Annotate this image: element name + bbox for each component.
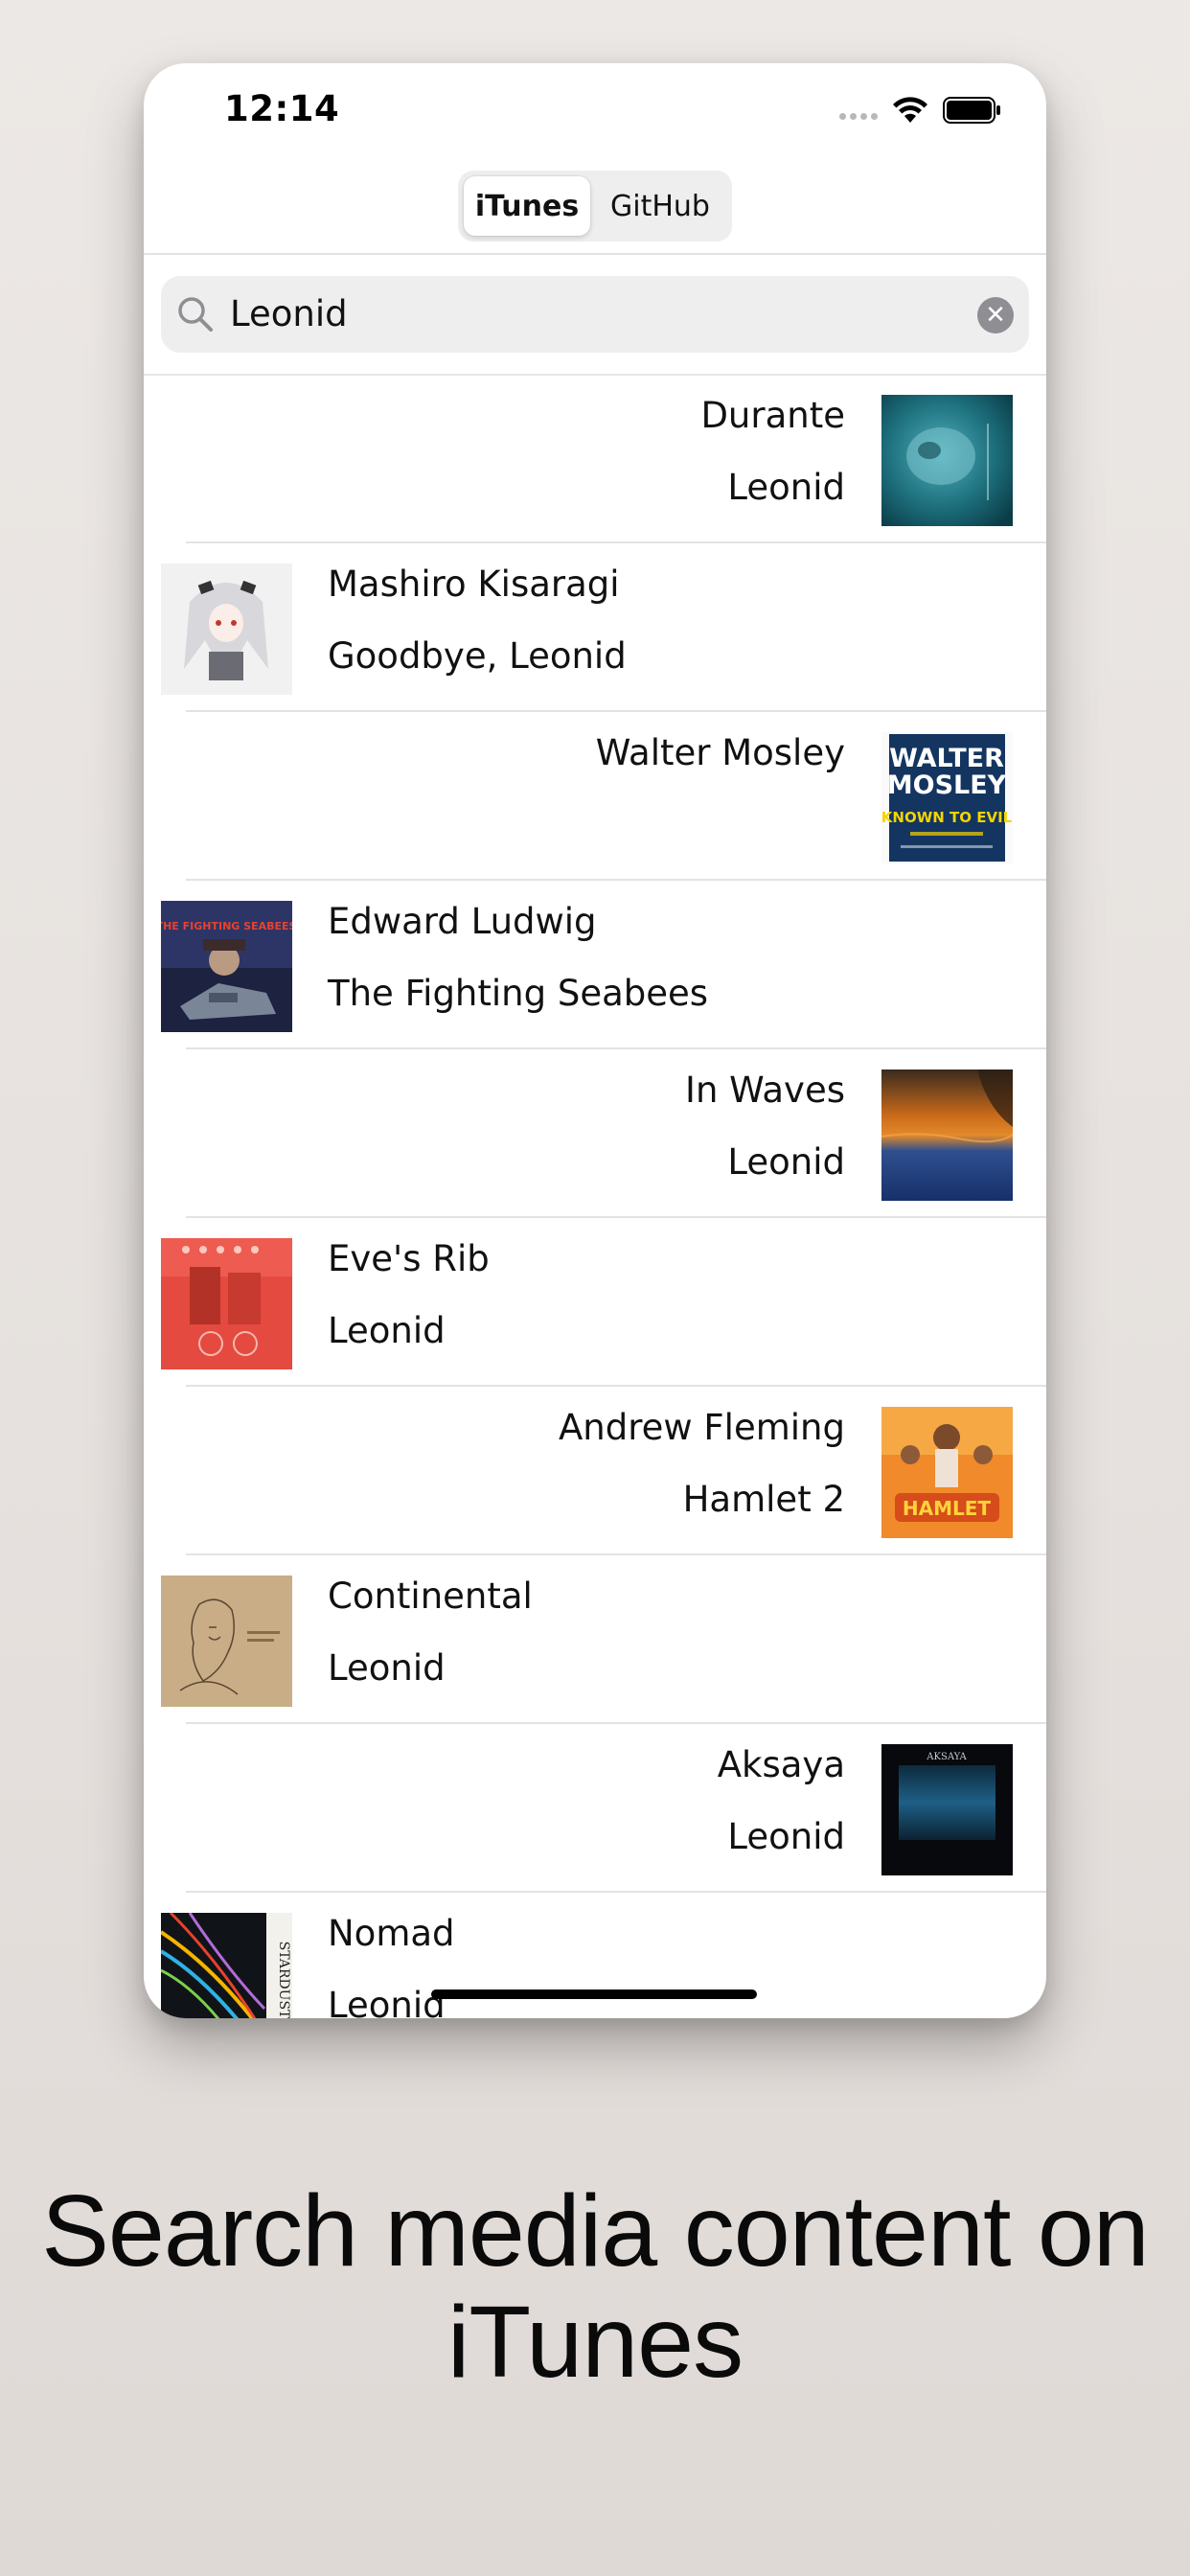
- item-subtitle: The Fighting Seabees: [328, 973, 709, 1014]
- artwork-thumbnail: [881, 395, 1013, 526]
- artwork-thumbnail: [161, 564, 292, 695]
- item-title: In Waves: [685, 1070, 845, 1111]
- list-item[interactable]: Continental Leonid: [144, 1556, 1046, 1724]
- search-icon: [178, 297, 213, 332]
- promo-caption: Search media content on iTunes: [0, 2175, 1190, 2398]
- item-title: Nomad: [328, 1913, 455, 1954]
- artwork-thumbnail: [161, 1238, 292, 1369]
- row-separator: [186, 710, 1046, 712]
- artwork-thumbnail: [161, 1576, 292, 1707]
- status-time: 12:14: [224, 88, 340, 129]
- list-item[interactable]: In Waves Leonid: [144, 1050, 1046, 1218]
- segment-itunes[interactable]: iTunes: [464, 176, 590, 236]
- art-text-hamlet: HAMLET: [903, 1497, 992, 1520]
- artwork-thumbnail: THE FIGHTING SEABEES: [161, 901, 292, 1032]
- item-title: Andrew Fleming: [558, 1407, 845, 1448]
- artwork-thumbnail: [881, 1070, 1013, 1201]
- item-subtitle: Leonid: [328, 1647, 446, 1689]
- item-title: Edward Ludwig: [328, 901, 597, 942]
- art-text-mosley: MOSLEY: [887, 770, 1007, 800]
- art-text-aksaya: AKSAYA: [926, 1752, 967, 1762]
- source-segmented-control: iTunes GitHub: [458, 171, 732, 242]
- item-title: Mashiro Kisaragi: [328, 564, 620, 605]
- artwork-thumbnail: STARDUST: [161, 1913, 292, 2018]
- item-title: Durante: [700, 395, 845, 436]
- list-item[interactable]: Andrew Fleming Hamlet 2 HAMLET: [144, 1388, 1046, 1555]
- home-indicator[interactable]: [431, 1990, 757, 1999]
- segment-github[interactable]: GitHub: [594, 176, 726, 236]
- art-text-stardust: STARDUST: [276, 1942, 291, 2018]
- clear-icon[interactable]: ✕: [977, 297, 1014, 334]
- item-title: Walter Mosley: [595, 732, 845, 773]
- status-bar: 12:14: [144, 63, 1046, 169]
- list-item[interactable]: Eve's Rib Leonid: [144, 1219, 1046, 1387]
- caption-line-1: Search media content on: [41, 2174, 1150, 2288]
- signal-dots-icon: [839, 113, 878, 120]
- list-item[interactable]: Durante Leonid: [144, 376, 1046, 543]
- art-text-known: KNOWN TO EVIL: [881, 809, 1013, 826]
- artwork-thumbnail: AKSAYA: [881, 1744, 1013, 1875]
- results-list[interactable]: Durante Leonid Mashiro Kisaragi Goodbye,…: [144, 376, 1046, 2018]
- item-subtitle: Leonid: [328, 1985, 446, 2018]
- row-separator: [186, 1891, 1046, 1893]
- battery-icon: [943, 97, 1000, 124]
- item-title: Eve's Rib: [328, 1238, 490, 1279]
- row-separator: [186, 1047, 1046, 1049]
- caption-line-2: iTunes: [446, 2286, 744, 2399]
- row-separator: [186, 1722, 1046, 1724]
- item-subtitle: Leonid: [727, 1816, 845, 1857]
- list-item[interactable]: STARDUST Nomad Leonid: [144, 1894, 1046, 2018]
- row-separator: [186, 1553, 1046, 1555]
- art-text-seabees: THE FIGHTING SEABEES: [161, 920, 292, 932]
- list-item[interactable]: Mashiro Kisaragi Goodbye, Leonid: [144, 544, 1046, 712]
- header-divider: [144, 253, 1046, 255]
- item-subtitle: Leonid: [727, 1141, 845, 1183]
- art-text-walter: WALTER: [889, 744, 1004, 773]
- row-separator: [186, 1216, 1046, 1218]
- item-subtitle: Leonid: [727, 467, 845, 508]
- artwork-thumbnail: WALTER MOSLEY KNOWN TO EVIL: [881, 732, 1013, 863]
- item-title: Aksaya: [717, 1744, 845, 1785]
- row-separator: [186, 541, 1046, 543]
- row-separator: [186, 879, 1046, 881]
- artwork-thumbnail: HAMLET: [881, 1407, 1013, 1538]
- item-subtitle: Hamlet 2: [682, 1479, 845, 1520]
- list-item[interactable]: Walter Mosley WALTER MOSLEY KNOWN TO EVI…: [144, 713, 1046, 881]
- search-bar[interactable]: Leonid ✕: [161, 276, 1029, 353]
- item-subtitle: Goodbye, Leonid: [328, 635, 627, 677]
- row-separator: [186, 1385, 1046, 1387]
- list-item[interactable]: Aksaya Leonid AKSAYA: [144, 1725, 1046, 1893]
- search-input[interactable]: Leonid: [230, 276, 348, 353]
- item-subtitle: Leonid: [328, 1310, 446, 1351]
- phone-screen: 12:14 iTunes GitHub Leonid ✕ Durante Leo…: [144, 63, 1046, 2018]
- item-title: Continental: [328, 1576, 533, 1617]
- list-item[interactable]: THE FIGHTING SEABEES Edward Ludwig The F…: [144, 882, 1046, 1049]
- wifi-icon: [893, 97, 927, 123]
